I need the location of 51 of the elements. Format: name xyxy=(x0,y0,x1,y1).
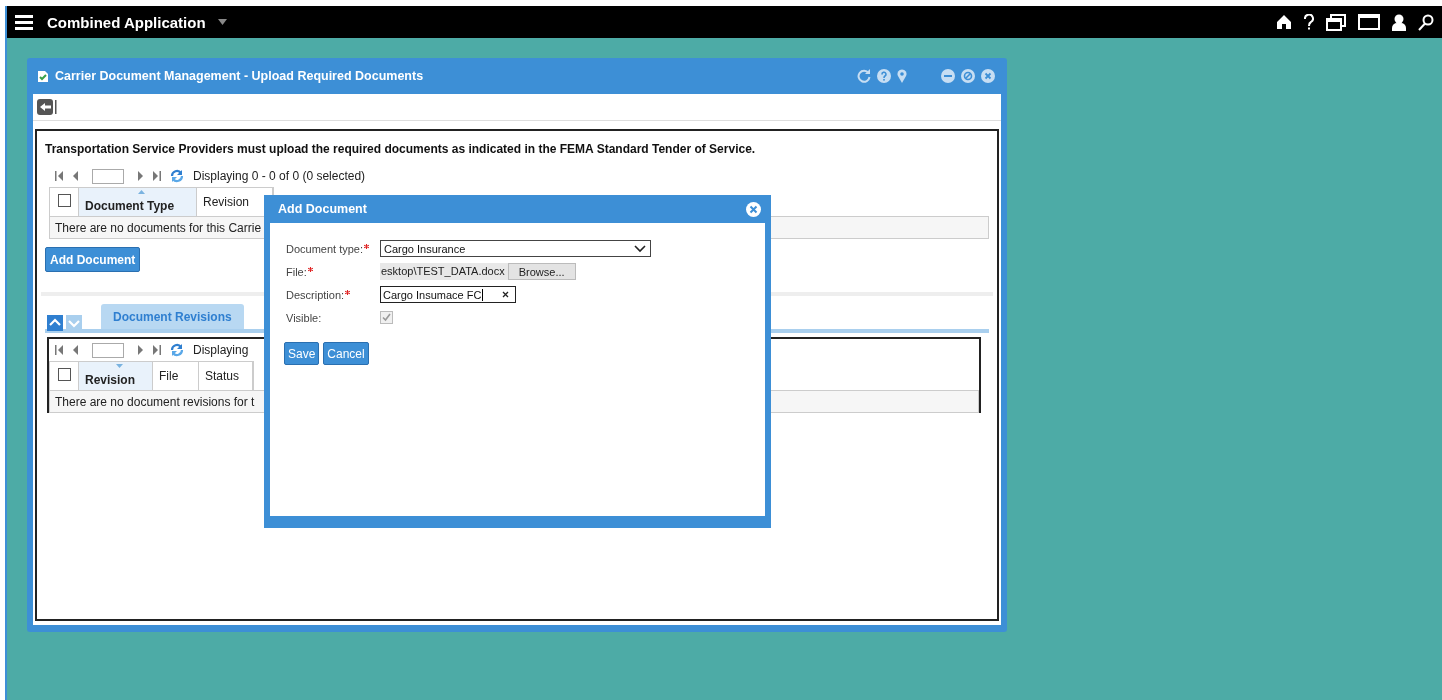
close-icon[interactable] xyxy=(746,201,761,217)
window-title: Carrier Document Management - Upload Required Documents xyxy=(55,69,424,83)
home-icon[interactable] xyxy=(1276,14,1292,30)
column-header[interactable]: Revision xyxy=(79,362,153,390)
column-header[interactable]: Document Type xyxy=(79,188,197,216)
field-label: File: xyxy=(286,265,307,278)
select-all-checkbox[interactable] xyxy=(57,367,71,381)
file-path-field[interactable]: esktop\TEST_DATA.docx xyxy=(380,263,508,280)
next-page-icon[interactable] xyxy=(137,345,143,355)
clear-icon[interactable] xyxy=(502,291,509,298)
field-label: Visible: xyxy=(286,311,322,324)
minimize-icon[interactable] xyxy=(941,69,955,83)
app-title: Combined Application xyxy=(47,13,206,31)
pager-status: Displaying 0 - 0 of 0 (0 selected) xyxy=(193,169,366,183)
chevron-down-icon xyxy=(634,244,646,253)
block-icon[interactable] xyxy=(961,69,975,83)
field-label: Document type: xyxy=(286,242,364,255)
first-page-icon[interactable] xyxy=(55,345,64,355)
document-check-icon xyxy=(37,69,49,83)
collapse-up-icon[interactable] xyxy=(47,315,63,331)
document-type-dropdown[interactable]: Cargo Insurance xyxy=(380,240,651,257)
description-field[interactable]: Cargo Insumace FC xyxy=(380,286,516,303)
caret-down-icon[interactable] xyxy=(217,19,227,25)
window-icon[interactable] xyxy=(1358,14,1380,30)
empty-message: There are no documents for this Carrie xyxy=(55,220,262,235)
next-page-icon[interactable] xyxy=(137,171,143,181)
previous-page-icon[interactable] xyxy=(73,171,79,181)
select-all-checkbox[interactable] xyxy=(57,193,71,207)
field-label: Description: xyxy=(286,288,345,301)
pin-icon[interactable] xyxy=(897,69,907,83)
last-page-icon[interactable] xyxy=(152,171,161,181)
refresh-icon[interactable] xyxy=(857,69,871,83)
page-field[interactable] xyxy=(92,168,124,184)
notice-text: Transportation Service Providers must upload the required documents as indicated in the FEMA Standard Tender of Service. xyxy=(45,142,757,156)
help-icon[interactable] xyxy=(1304,14,1314,30)
pager-status: Displaying xyxy=(193,343,249,357)
exit-icon[interactable] xyxy=(37,99,57,115)
empty-message: There are no document revisions for t xyxy=(55,394,255,409)
close-icon[interactable] xyxy=(981,69,995,83)
windows-icon[interactable] xyxy=(1326,13,1346,31)
page-field[interactable] xyxy=(92,342,124,358)
menu-icon[interactable] xyxy=(15,14,33,30)
dialog-title: Add Document xyxy=(278,202,367,216)
refresh-icon[interactable] xyxy=(170,169,184,183)
last-page-icon[interactable] xyxy=(152,345,161,355)
first-page-icon[interactable] xyxy=(55,171,64,181)
previous-page-icon[interactable] xyxy=(73,345,79,355)
browse-button[interactable]: Browse... xyxy=(507,263,576,280)
search-icon[interactable] xyxy=(1418,13,1434,31)
user-icon[interactable] xyxy=(1392,13,1406,31)
refresh-icon[interactable] xyxy=(170,343,184,357)
